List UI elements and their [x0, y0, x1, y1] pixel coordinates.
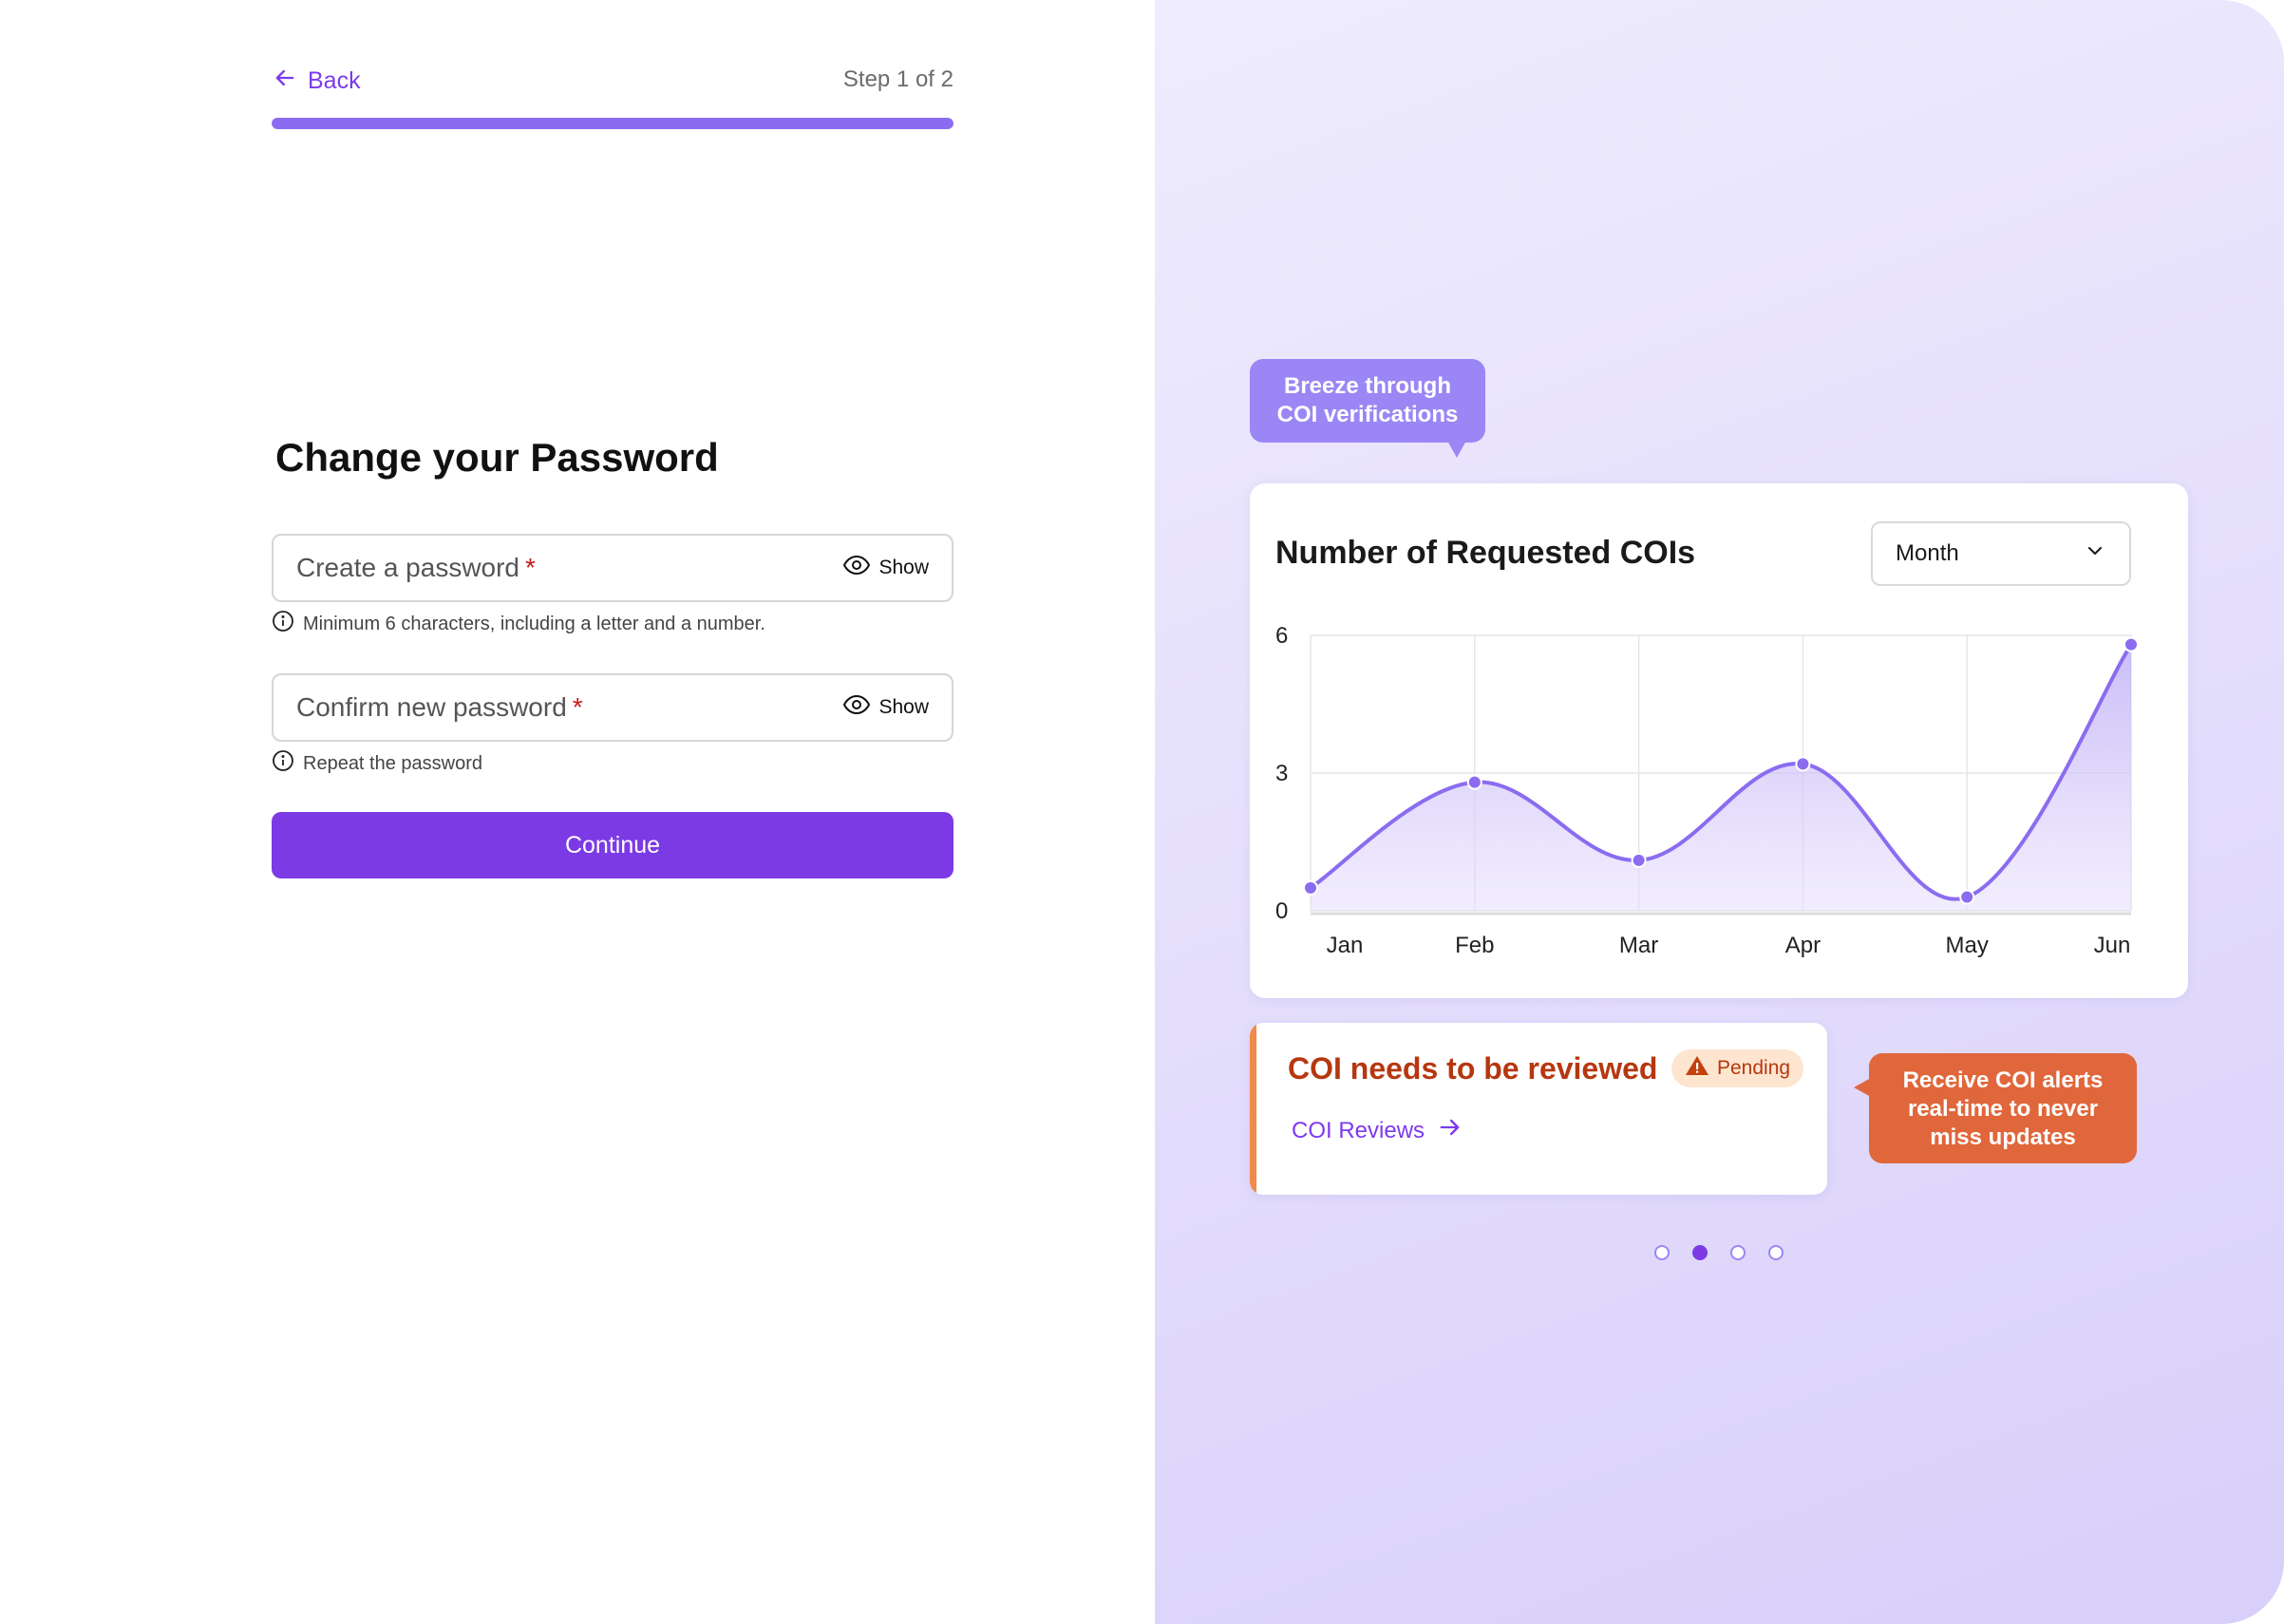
progress-fill	[272, 118, 953, 129]
callout-line: miss updates	[1930, 1124, 2076, 1150]
confirm-password-field[interactable]: Confirm new password * Show	[272, 673, 953, 742]
required-mark: *	[572, 692, 583, 722]
chart-title: Number of Requested COIs	[1275, 535, 1696, 571]
data-point	[1466, 774, 1482, 790]
coi-reviews-label: COI Reviews	[1292, 1117, 1425, 1143]
info-icon	[272, 749, 294, 778]
callout-tail	[1447, 441, 1466, 458]
back-label: Back	[308, 67, 361, 94]
alert-card: COI needs to be reviewed Pending COI Rev…	[1250, 1023, 1827, 1195]
arrow-left-icon	[272, 65, 298, 98]
continue-button[interactable]: Continue	[272, 812, 953, 878]
data-point	[1959, 889, 1975, 905]
carousel-dots	[1654, 1245, 1784, 1260]
status-badge-label: Pending	[1717, 1057, 1791, 1079]
carousel-dot[interactable]	[1768, 1245, 1784, 1260]
x-tick-label: May	[1946, 933, 1989, 958]
x-tick-label: Jun	[2094, 933, 2131, 958]
show-password-toggle[interactable]: Show	[842, 555, 929, 581]
coi-reviews-link[interactable]: COI Reviews	[1292, 1114, 1464, 1147]
eye-icon	[842, 694, 871, 721]
callout-line: real-time to never	[1907, 1096, 2099, 1122]
password-field[interactable]: Create a password * Show	[272, 534, 953, 602]
progress-bar	[272, 118, 953, 129]
verification-callout: Breeze through COI verifications	[1250, 359, 1485, 458]
alert-title: COI needs to be reviewed	[1288, 1051, 1658, 1086]
chevron-down-icon	[2084, 539, 2106, 569]
y-tick-label: 3	[1275, 761, 1288, 786]
page-title: Change your Password	[275, 435, 719, 480]
show-label: Show	[878, 557, 929, 578]
series-area	[1311, 644, 2131, 911]
x-tick-label: Mar	[1619, 933, 1658, 958]
info-icon	[272, 610, 294, 638]
status-badge: Pending	[1671, 1049, 1804, 1087]
y-tick-label: 6	[1275, 623, 1288, 649]
callout-line: Breeze through	[1283, 373, 1451, 399]
alerts-callout: Receive COI alerts real-time to never mi…	[1854, 1053, 2137, 1163]
step-indicator: Step 1 of 2	[842, 66, 953, 92]
callout-tail	[1854, 1078, 1871, 1097]
x-tick-label: Feb	[1455, 933, 1494, 958]
arrow-right-icon	[1436, 1114, 1464, 1147]
password-placeholder: Create a password *	[296, 553, 536, 582]
period-select-value: Month	[1896, 540, 1959, 566]
x-tick-label: Jan	[1327, 933, 1364, 958]
confirm-hint-text: Repeat the password	[303, 752, 483, 774]
password-hint-text: Minimum 6 characters, including a letter…	[303, 613, 765, 634]
alert-accent-bar	[1250, 1023, 1256, 1195]
y-tick-label: 0	[1275, 898, 1288, 924]
x-tick-label: Apr	[1785, 933, 1821, 958]
promo-panel: Breeze through COI verifications 0 3 6 Jan F…	[1155, 0, 2284, 1624]
data-point	[1631, 852, 1647, 868]
callout-line: COI verifications	[1276, 402, 1459, 427]
data-point	[1303, 879, 1318, 896]
period-select[interactable]: Month	[1871, 521, 2131, 586]
show-confirm-toggle[interactable]: Show	[842, 694, 929, 721]
back-button[interactable]: Back	[272, 65, 361, 98]
show-label: Show	[878, 696, 929, 718]
warning-icon	[1685, 1054, 1709, 1083]
data-point	[2124, 636, 2139, 652]
form-panel: Back Step 1 of 2 Change your Password Cr…	[0, 0, 1155, 1624]
eye-icon	[842, 555, 871, 581]
confirm-hint: Repeat the password	[272, 749, 482, 778]
carousel-dot[interactable]	[1654, 1245, 1670, 1260]
carousel-dot[interactable]	[1692, 1245, 1708, 1260]
confirm-placeholder: Confirm new password *	[296, 692, 583, 722]
callout-line: Receive COI alerts	[1902, 1067, 2104, 1093]
password-hint: Minimum 6 characters, including a letter…	[272, 610, 765, 638]
carousel-dot[interactable]	[1730, 1245, 1746, 1260]
data-point	[1795, 756, 1811, 772]
chart-card: 0 3 6 Jan Feb Mar Apr May Jun Number of Requeste…	[1250, 483, 2188, 998]
required-mark: *	[525, 553, 536, 582]
